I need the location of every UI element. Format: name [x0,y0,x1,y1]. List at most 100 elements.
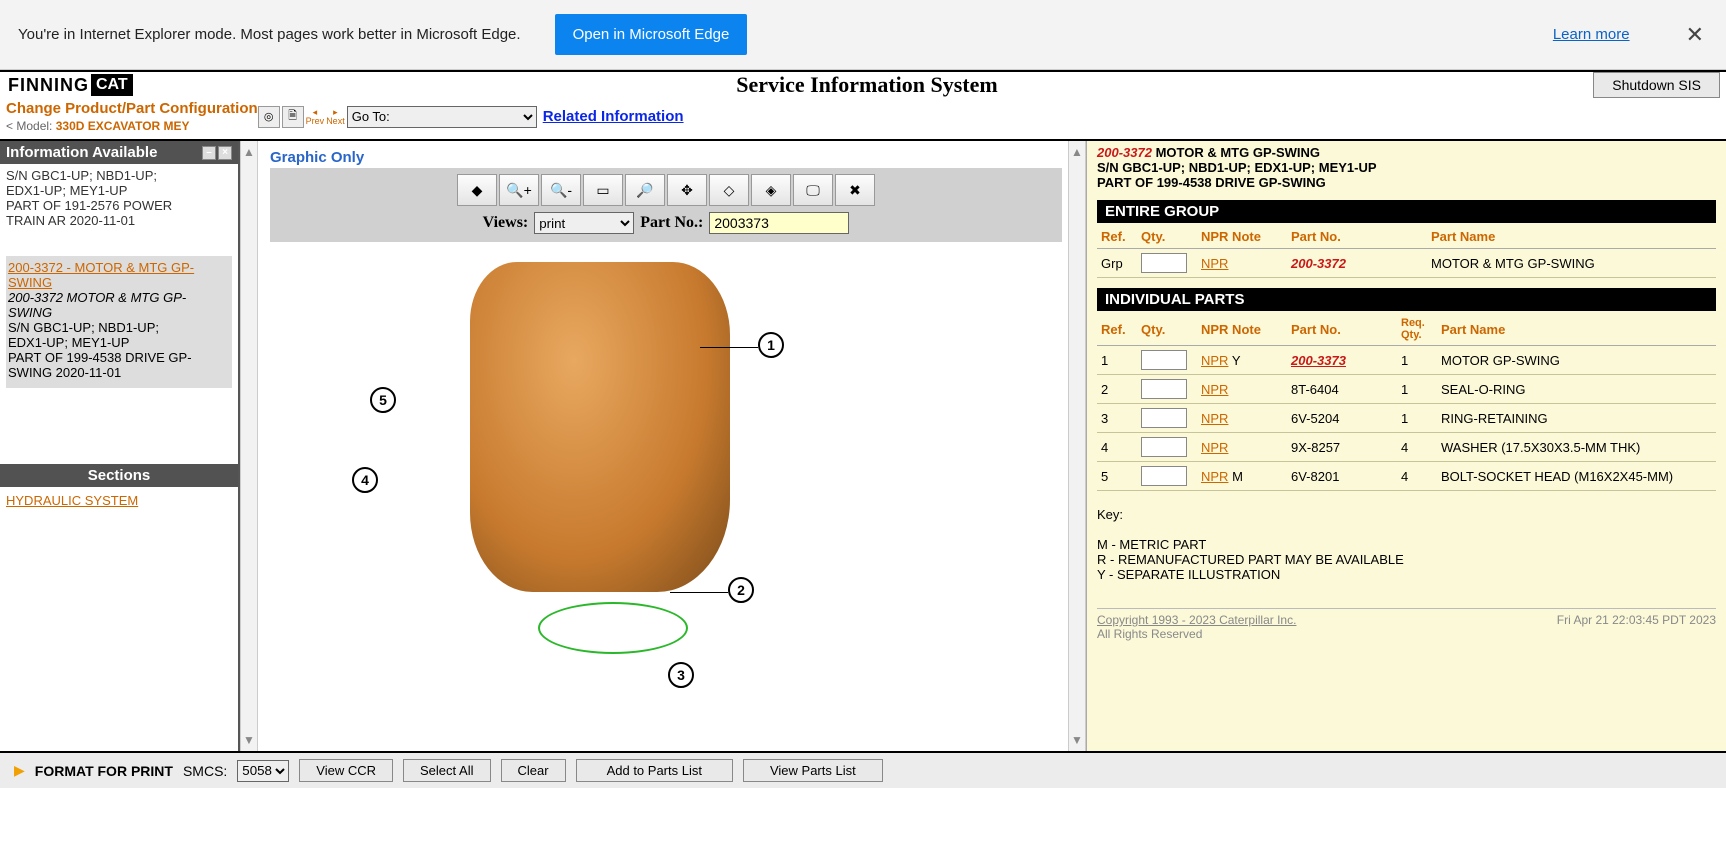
smcs-select[interactable]: 5058 [237,760,289,782]
key-block: Key: M - METRIC PART R - REMANUFACTURED … [1097,507,1716,582]
timestamp: Fri Apr 21 22:03:45 PDT 2023 [1557,613,1716,641]
qty-input[interactable] [1141,253,1187,273]
tool-pointer-icon[interactable]: ◆ [457,174,497,206]
tool-cross-icon[interactable]: ✖ [835,174,875,206]
copyright-link[interactable]: Copyright 1993 - 2023 Caterpillar Inc. [1097,613,1296,627]
page-title: Service Information System [141,72,1594,98]
prev-button[interactable]: ◂Prev [306,108,325,126]
close-icon[interactable]: ✕ [1682,22,1708,48]
qty-input[interactable] [1141,350,1187,370]
table-row: 3NPR 6V-52041RING-RETAINING [1097,404,1716,433]
scrollbar-left[interactable]: ▲▼ [240,141,258,751]
right-pane: 200-3372 MOTOR & MTG GP-SWING S/N GBC1-U… [1086,141,1726,751]
part-link-200-3372[interactable]: 200-3372 - MOTOR & MTG GP-SWING [8,260,194,290]
graphic-title[interactable]: Graphic Only [270,149,1062,166]
learn-more-link[interactable]: Learn more [1553,26,1630,43]
qty-input[interactable] [1141,437,1187,457]
partno-link[interactable]: 200-3373 [1291,353,1346,368]
goto-select[interactable]: Go To: [347,106,537,128]
individual-parts-table: Ref. Qty. NPR Note Part No. Req. Qty. Pa… [1097,313,1716,491]
tool-3d-icon[interactable]: ◈ [751,174,791,206]
main-layout: Information Available – × S/N GBC1-UP; N… [0,141,1726,751]
npr-link[interactable]: NPR [1201,353,1228,368]
entire-group-table: Ref. Qty. NPR Note Part No. Part Name Gr… [1097,225,1716,278]
model-label: Model: [16,119,52,133]
info-available-header: Information Available – × [0,141,238,164]
close-panel-icon[interactable]: × [218,146,232,160]
model-row: < Model: 330D EXCAVATOR MEY [6,119,258,133]
minimize-icon[interactable]: – [202,146,216,160]
open-in-edge-button[interactable]: Open in Microsoft Edge [555,14,748,55]
tool-pan-icon[interactable]: ✥ [667,174,707,206]
views-select[interactable]: print [534,212,634,234]
render-area[interactable]: 1 2 3 4 5 [270,242,1062,751]
qty-input[interactable] [1141,408,1187,428]
info-body[interactable]: S/N GBC1-UP; NBD1-UP; EDX1-UP; MEY1-UP P… [0,164,238,464]
callout-3[interactable]: 3 [668,662,694,688]
shutdown-button[interactable]: Shutdown SIS [1593,72,1720,98]
logo-cat: CAT [91,74,133,96]
npr-link[interactable]: NPR [1201,469,1228,484]
npr-link[interactable]: NPR [1201,256,1228,271]
ie-mode-banner: You're in Internet Explorer mode. Most p… [0,0,1726,70]
scrollbar-right[interactable]: ▲▼ [1068,141,1086,751]
sidebar: Information Available – × S/N GBC1-UP; N… [0,141,240,751]
callout-5[interactable]: 5 [370,387,396,413]
callout-1[interactable]: 1 [758,332,784,358]
view-parts-button[interactable]: View Parts List [743,759,883,782]
tool-zoom-icon[interactable]: 🔎 [625,174,665,206]
table-row: Grp NPR 200-3372 MOTOR & MTG GP-SWING [1097,249,1716,278]
table-row: 1NPR Y200-33731MOTOR GP-SWING [1097,346,1716,375]
partno-text: 200-3372 [1291,256,1346,271]
logo: FINNING CAT [0,72,141,98]
smcs-label: SMCS: [183,763,227,779]
table-row: 2NPR 8T-64041SEAL-O-RING [1097,375,1716,404]
graphic-toolbar: ◆ 🔍+ 🔍- ▭ 🔎 ✥ ◇ ◈ 🖵 ✖ Views: print Part … [270,168,1062,242]
change-product-link[interactable]: Change Product/Part Configuration [6,100,258,117]
callout-2[interactable]: 2 [728,577,754,603]
bottom-bar: ▶ FORMAT FOR PRINT SMCS: 5058 View CCR S… [0,751,1726,788]
header-partno: 200-3372 [1097,145,1152,160]
tool-zoomin-icon[interactable]: 🔍+ [499,174,539,206]
qty-input[interactable] [1141,466,1187,486]
cd-icon[interactable]: ◎ [258,106,280,128]
related-info-link[interactable]: Related Information [543,108,684,125]
next-button[interactable]: ▸Next [326,108,345,126]
sis-header: FINNING CAT Service Information System S… [0,70,1726,98]
select-all-button[interactable]: Select All [403,759,490,782]
tool-fit-icon[interactable]: ▭ [583,174,623,206]
add-to-parts-button[interactable]: Add to Parts List [576,759,733,782]
motor-3d-render [470,262,730,592]
arrow-icon: ▶ [14,762,25,779]
tool-zoomout-icon[interactable]: 🔍- [541,174,581,206]
sub-header: Change Product/Part Configuration < Mode… [0,98,1726,141]
format-label[interactable]: FORMAT FOR PRINT [35,763,173,779]
part-header: 200-3372 MOTOR & MTG GP-SWING [1097,145,1716,160]
clear-button[interactable]: Clear [501,759,566,782]
header-partof: PART OF 199-4538 DRIVE GP-SWING [1097,175,1716,190]
info-block-2[interactable]: 200-3372 - MOTOR & MTG GP-SWING 200-3372… [6,256,232,388]
oring-render [538,602,688,654]
partno-input[interactable] [709,212,849,234]
npr-link[interactable]: NPR [1201,411,1228,426]
sections-body: HYDRAULIC SYSTEM [0,487,238,514]
table-row: 5NPR M6V-82014BOLT-SOCKET HEAD (M16X2X45… [1097,462,1716,491]
logo-finning: FINNING [8,75,89,96]
center-pane: ▲▼ Graphic Only ◆ 🔍+ 🔍- ▭ 🔎 ✥ ◇ ◈ 🖵 ✖ Vi… [240,141,1086,751]
section-hydraulic[interactable]: HYDRAULIC SYSTEM [6,493,138,508]
sections-header: Sections [0,464,238,487]
table-row: 4NPR 9X-82574WASHER (17.5X30X3.5-MM THK) [1097,433,1716,462]
ie-banner-text: You're in Internet Explorer mode. Most p… [18,26,521,43]
copyright-row: Copyright 1993 - 2023 Caterpillar Inc. A… [1097,608,1716,641]
info-block-1: S/N GBC1-UP; NBD1-UP; EDX1-UP; MEY1-UP P… [6,168,232,228]
tool-rotate-icon[interactable]: ◇ [709,174,749,206]
individual-parts-header: INDIVIDUAL PARTS [1097,288,1716,311]
npr-link[interactable]: NPR [1201,382,1228,397]
qty-input[interactable] [1141,379,1187,399]
npr-link[interactable]: NPR [1201,440,1228,455]
callout-4[interactable]: 4 [352,467,378,493]
view-ccr-button[interactable]: View CCR [299,759,393,782]
tool-screen-icon[interactable]: 🖵 [793,174,833,206]
doc-icon[interactable]: 🗎 [282,106,304,128]
entire-group-header: ENTIRE GROUP [1097,200,1716,223]
